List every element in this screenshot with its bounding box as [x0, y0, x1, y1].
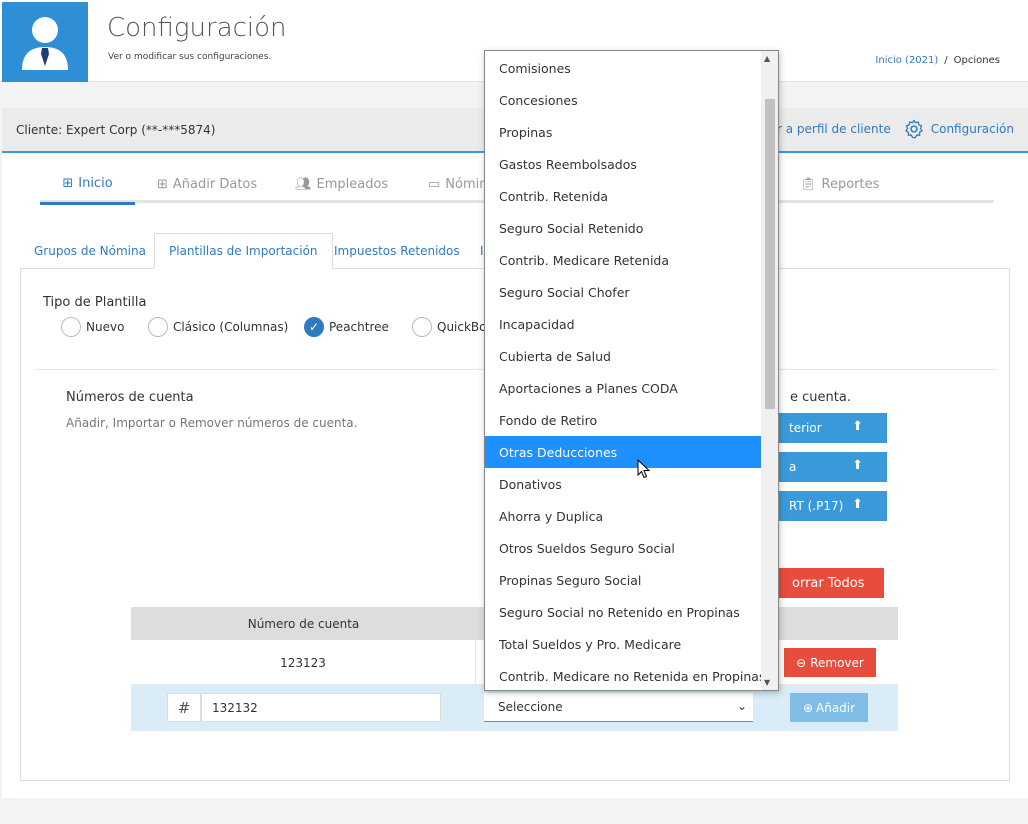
- import-file-label: a: [789, 460, 797, 474]
- dropdown-option[interactable]: Seguro Social no Retenido en Propinas: [485, 596, 762, 628]
- mouse-cursor-icon: [637, 459, 651, 479]
- client-profile-link[interactable]: Ir a perfil de cliente: [773, 122, 890, 136]
- tab-inicio-label: Inicio: [78, 176, 113, 191]
- dropdown-option[interactable]: Contrib. Medicare no Retenida en Propina…: [485, 660, 762, 690]
- dropdown-option[interactable]: Donativos: [485, 468, 762, 500]
- configuration-link-label: Configuración: [930, 122, 1014, 136]
- dropdown-option[interactable]: Total Sueldos y Pro. Medicare: [485, 628, 762, 660]
- dropdown-option[interactable]: Seguro Social Chofer: [485, 276, 762, 308]
- dropdown-option[interactable]: Gastos Reembolsados: [485, 148, 762, 180]
- tab-anadir-datos[interactable]: ⊞ Añadir Datos: [157, 165, 257, 203]
- tab-empleados-label: Empleados: [316, 176, 389, 192]
- dropdown-option[interactable]: Otros Sueldos Seguro Social: [485, 532, 762, 564]
- dropdown-option[interactable]: Seguro Social Retenido: [485, 212, 762, 244]
- subtab-impuestos-retenidos[interactable]: Impuestos Retenidos: [320, 233, 474, 269]
- dropdown-option[interactable]: Contrib. Medicare Retenida: [485, 244, 762, 276]
- remove-button[interactable]: ⊖ Remover: [784, 648, 876, 677]
- category-dropdown-list[interactable]: Comisiones Concesiones Propinas Gastos R…: [484, 50, 779, 691]
- dropdown-option[interactable]: Aportaciones a Planes CODA: [485, 372, 762, 404]
- category-select[interactable]: Seleccione ⌄: [484, 693, 753, 722]
- radio-circle: [61, 317, 81, 337]
- plus-circle-icon: ⊕: [802, 700, 813, 715]
- subtab-plantillas-importacion[interactable]: Plantillas de Importación: [154, 233, 333, 269]
- import-p17-button[interactable]: RT (.P17) ⬆: [779, 491, 887, 521]
- upload-icon: ⬆: [852, 458, 863, 473]
- tab-empleados[interactable]: 👥︎ Empleados: [295, 165, 388, 203]
- dropdown-option[interactable]: Incapacidad: [485, 308, 762, 340]
- scroll-up-arrow-icon[interactable]: ▲: [764, 54, 770, 63]
- template-type-title: Tipo de Plantilla: [43, 295, 147, 310]
- users-icon: 👥︎: [295, 176, 312, 192]
- radio-clasico[interactable]: Clásico (Columnas): [148, 317, 288, 337]
- radio-circle: [148, 317, 168, 337]
- add-button[interactable]: ⊕ Añadir: [790, 693, 868, 722]
- add-button-label: Añadir: [816, 700, 856, 715]
- breadcrumb-current: Opciones: [953, 55, 1000, 66]
- minus-circle-icon: ⊖: [796, 655, 807, 670]
- client-label: Cliente: Expert Corp (**-***5874): [16, 123, 216, 137]
- dropdown-option[interactable]: Fondo de Retiro: [485, 404, 762, 436]
- upload-icon: ⬆: [852, 419, 863, 434]
- subtab-grupos-nomina[interactable]: Grupos de Nómina: [20, 233, 160, 269]
- gear-icon: [905, 119, 923, 139]
- import-previous-button[interactable]: terior ⬆: [779, 413, 887, 443]
- hash-prefix: #: [167, 693, 201, 722]
- page-subtitle: Ver o modificar sus configuraciones.: [108, 52, 272, 62]
- dropdown-scrollbar[interactable]: ▲ ▼: [761, 51, 778, 690]
- tab-nomina[interactable]: ▭ Nómin: [428, 165, 488, 203]
- tab-reportes-label: Reportes: [821, 176, 880, 192]
- user-avatar: [2, 2, 88, 82]
- dropdown-option[interactable]: Propinas: [485, 116, 762, 148]
- dropdown-option[interactable]: Ahorra y Duplica: [485, 500, 762, 532]
- dropdown-option[interactable]: Propinas Seguro Social: [485, 564, 762, 596]
- tab-anadir-datos-label: Añadir Datos: [172, 176, 258, 192]
- table-icon: ⊞: [62, 176, 74, 191]
- accounts-title: Números de cuenta: [66, 390, 194, 405]
- import-previous-label: terior: [789, 421, 822, 435]
- category-select-value: Seleccione: [498, 700, 563, 714]
- delete-all-button[interactable]: orrar Todos: [778, 568, 884, 598]
- configuration-link[interactable]: Configuración: [903, 118, 1014, 140]
- tab-reportes[interactable]: 📋︎ Reportes: [800, 165, 879, 203]
- dropdown-option[interactable]: Contrib. Retenida: [485, 180, 762, 212]
- radio-peachtree[interactable]: ✓ Peachtree: [304, 317, 389, 337]
- radio-quickbooks[interactable]: QuickBoo: [412, 317, 494, 337]
- accounts-description: Añadir, Importar o Remover números de cu…: [66, 416, 358, 430]
- breadcrumb-home-link[interactable]: Inicio (2021): [875, 55, 938, 66]
- breadcrumb-separator: /: [944, 55, 948, 66]
- dropdown-option[interactable]: Concesiones: [485, 84, 762, 116]
- id-card-icon: ▭: [428, 176, 441, 192]
- accounts-import-heading: e cuenta.: [790, 390, 851, 405]
- import-file-button[interactable]: a ⬆: [779, 452, 887, 482]
- client-actions: Ir a perfil de cliente Configuración: [773, 118, 1014, 140]
- dropdown-option[interactable]: Cubierta de Salud: [485, 340, 762, 372]
- page-title: Configuración: [107, 13, 287, 43]
- clipboard-icon: 📋︎: [800, 176, 817, 192]
- account-number-cell: 123123: [131, 640, 476, 685]
- breadcrumb: Inicio (2021) / Opciones: [875, 55, 1000, 66]
- dropdown-option[interactable]: Comisiones: [485, 52, 762, 84]
- import-p17-label: RT (.P17): [789, 499, 844, 513]
- radio-label: Peachtree: [329, 320, 389, 334]
- remove-button-label: Remover: [810, 655, 864, 670]
- radio-nuevo[interactable]: Nuevo: [61, 317, 124, 337]
- radio-label: Nuevo: [86, 320, 125, 334]
- new-account-row: # Seleccione ⌄ ⊕ Añadir: [131, 685, 898, 731]
- check-icon: ✓: [304, 317, 324, 337]
- dropdown-option-highlighted[interactable]: Otras Deducciones: [485, 436, 762, 468]
- chevron-down-icon: ⌄: [736, 699, 747, 713]
- account-number-input[interactable]: [201, 693, 441, 722]
- plus-square-icon: ⊞: [157, 176, 168, 192]
- tab-inicio[interactable]: ⊞ Inicio: [40, 165, 135, 205]
- radio-circle: [412, 317, 432, 337]
- scroll-thumb[interactable]: [765, 99, 775, 409]
- header-account-number: Número de cuenta: [247, 616, 360, 631]
- upload-icon: ⬆: [852, 497, 863, 512]
- tab-nomina-label: Nómin: [445, 176, 488, 192]
- scroll-down-arrow-icon[interactable]: ▼: [764, 678, 770, 687]
- radio-label: Clásico (Columnas): [173, 320, 289, 334]
- user-avatar-icon: [22, 17, 68, 70]
